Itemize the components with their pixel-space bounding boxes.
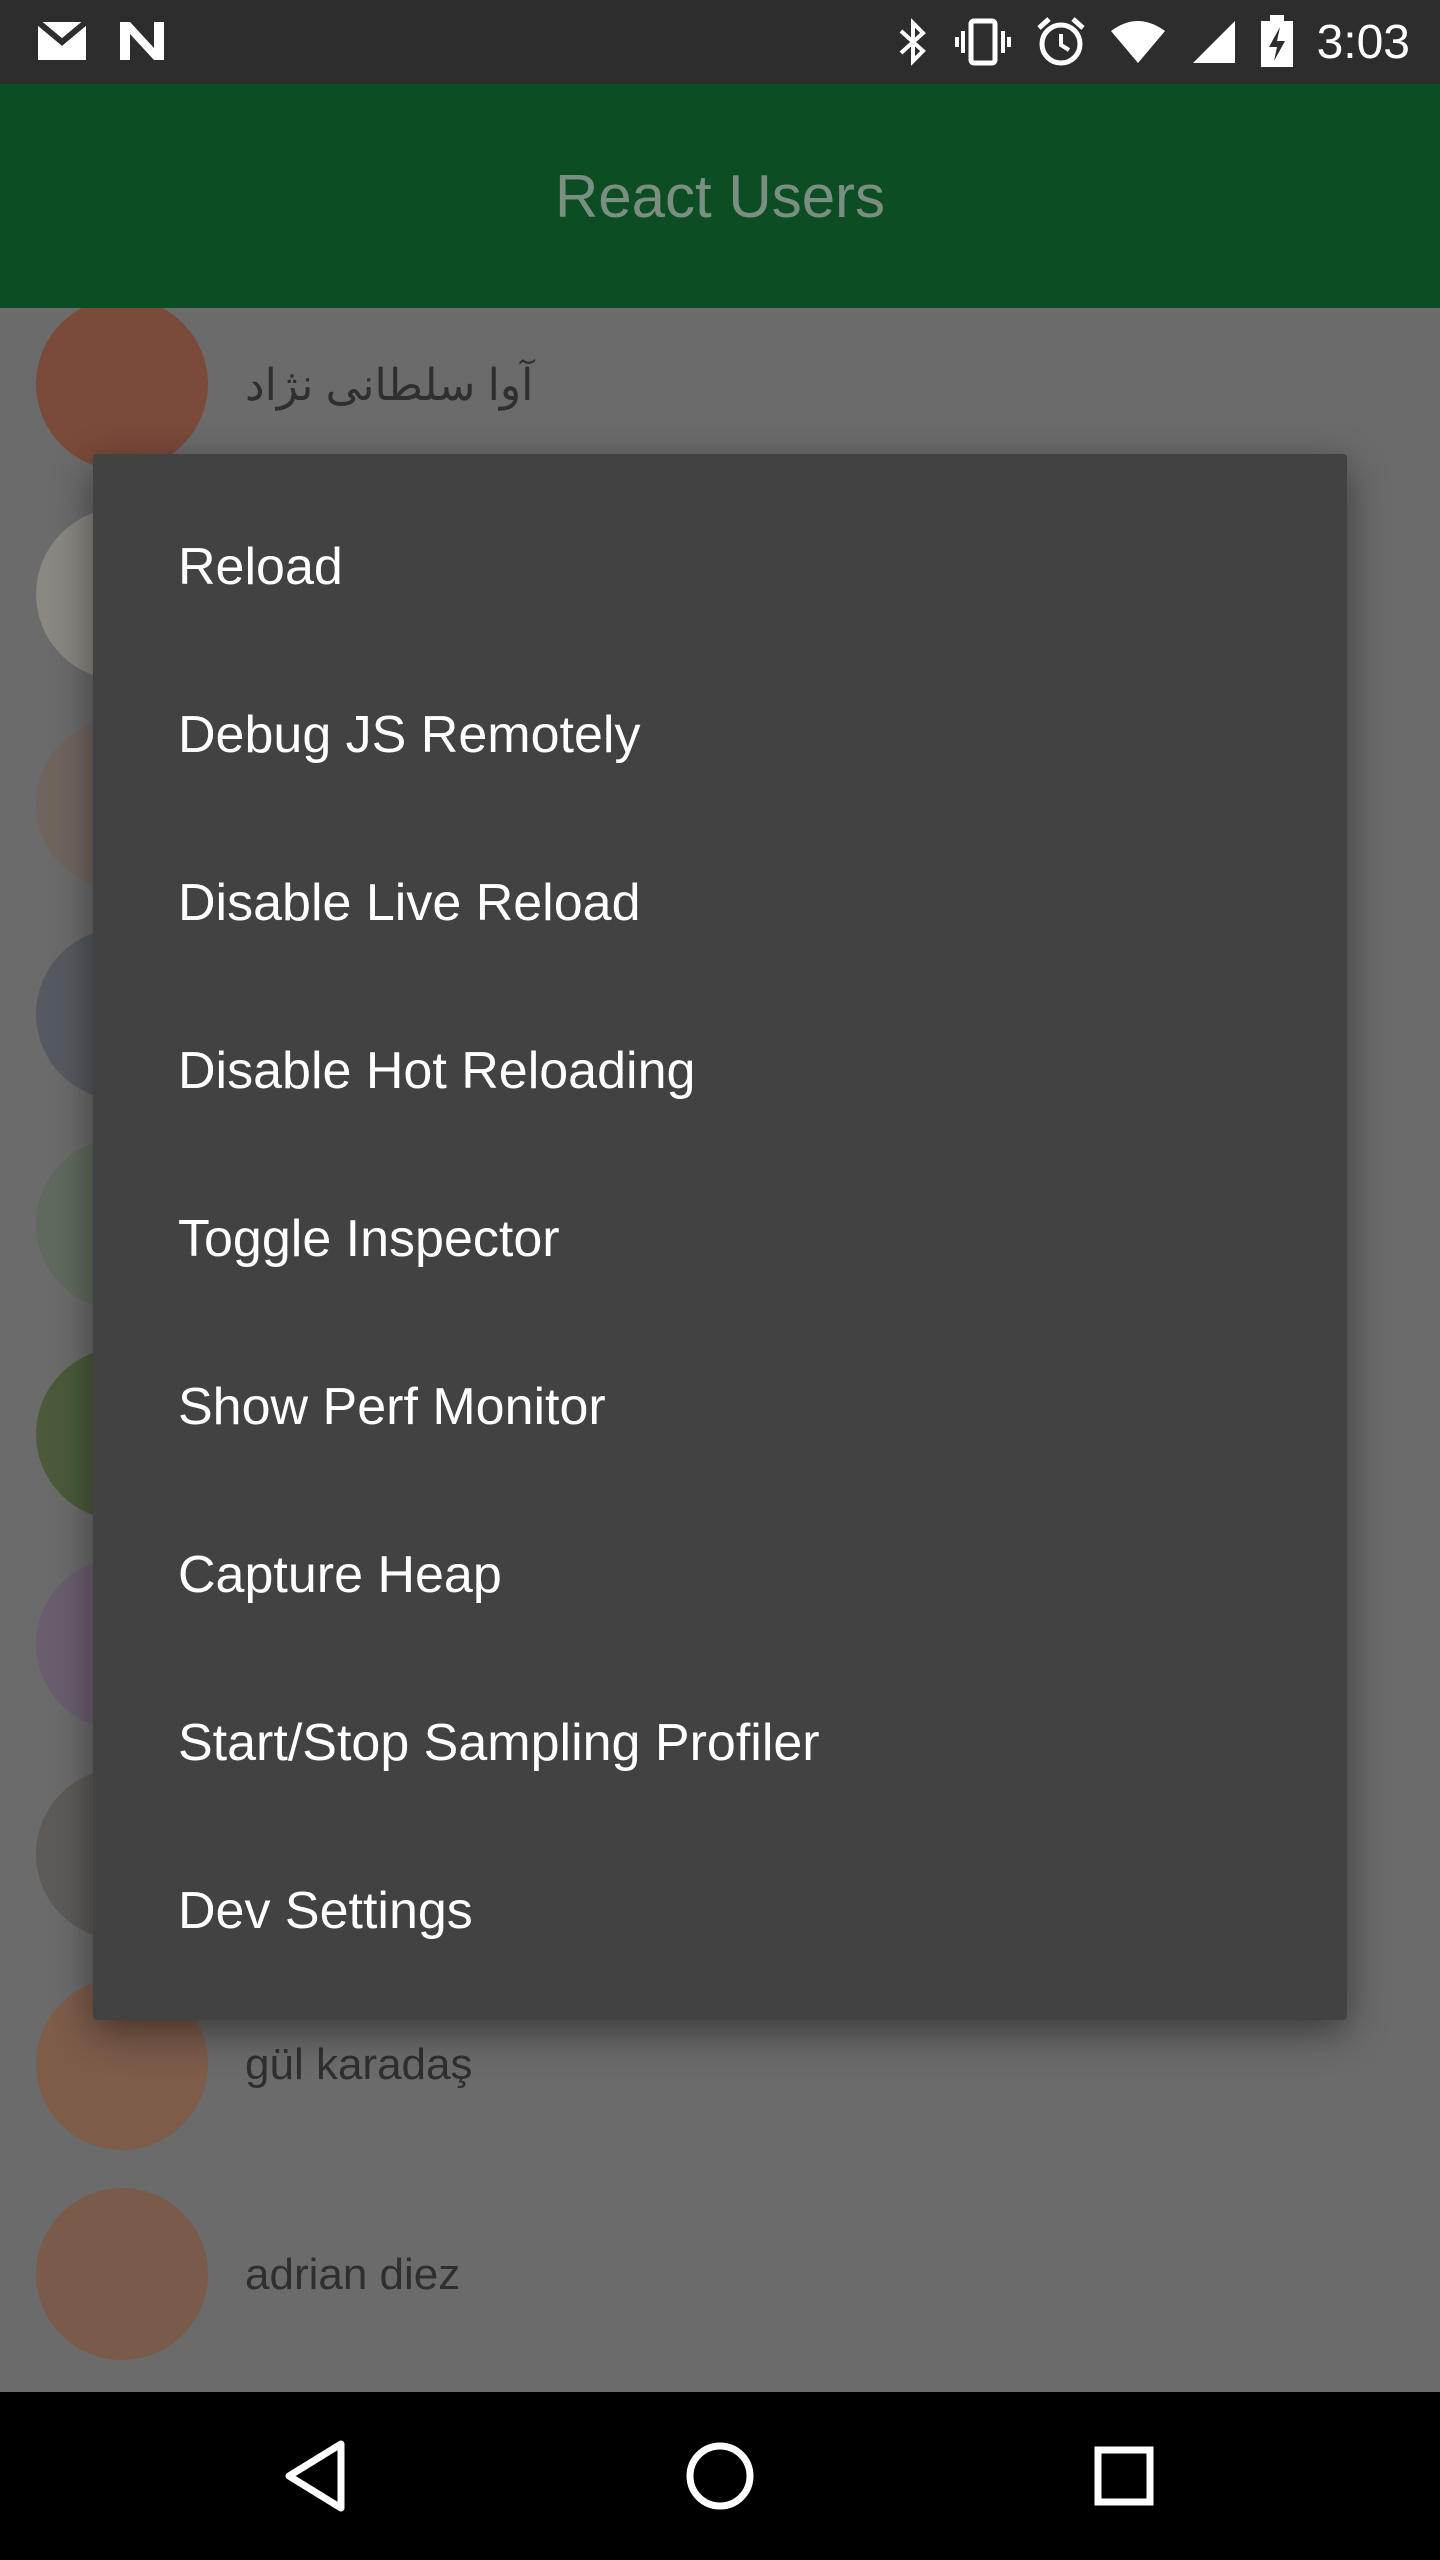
nav-bar: [0, 2392, 1440, 2560]
signal-icon: [1192, 21, 1235, 63]
menu-item-label: Toggle Inspector: [178, 1210, 560, 1268]
menu-item-reload[interactable]: Reload: [93, 483, 1347, 651]
recents-icon: [1094, 2446, 1154, 2506]
menu-item-show-perf-monitor[interactable]: Show Perf Monitor: [93, 1323, 1347, 1491]
menu-item-dev-settings[interactable]: Dev Settings: [93, 1827, 1347, 1995]
vibrate-icon: [954, 18, 1011, 66]
menu-item-sampling-profiler[interactable]: Start/Stop Sampling Profiler: [93, 1659, 1347, 1827]
user-name: آوا سلطانی نژاد: [245, 361, 534, 410]
menu-item-label: Reload: [178, 538, 343, 596]
menu-item-debug-js-remotely[interactable]: Debug JS Remotely: [93, 651, 1347, 819]
dev-menu-dialog: Reload Debug JS Remotely Disable Live Re…: [93, 454, 1347, 2020]
menu-item-label: Start/Stop Sampling Profiler: [178, 1714, 820, 1772]
menu-item-capture-heap[interactable]: Capture Heap: [93, 1491, 1347, 1659]
menu-item-label: Disable Hot Reloading: [178, 1042, 696, 1100]
home-button[interactable]: [670, 2426, 770, 2526]
status-bar: 3:03: [0, 0, 1440, 84]
menu-item-label: Show Perf Monitor: [178, 1378, 606, 1436]
menu-item-label: Disable Live Reload: [178, 874, 641, 932]
recents-button[interactable]: [1074, 2426, 1174, 2526]
battery-charging-icon: [1260, 15, 1293, 67]
user-name: gül karadaş: [245, 2040, 473, 2089]
back-icon: [285, 2440, 345, 2512]
avatar: [36, 2188, 208, 2360]
home-icon: [686, 2442, 754, 2510]
menu-item-label: Capture Heap: [178, 1546, 502, 1604]
avatar: [36, 308, 208, 470]
back-button[interactable]: [266, 2426, 366, 2526]
status-time: 3:03: [1316, 15, 1410, 69]
menu-item-disable-hot-reloading[interactable]: Disable Hot Reloading: [93, 987, 1347, 1155]
alarm-icon: [1036, 17, 1085, 66]
user-name: adrian diez: [245, 2250, 461, 2299]
gmail-icon: [36, 19, 88, 60]
menu-item-label: Debug JS Remotely: [178, 706, 641, 764]
app-title: React Users: [554, 162, 886, 230]
menu-item-disable-live-reload[interactable]: Disable Live Reload: [93, 819, 1347, 987]
notification-n-icon: [120, 22, 164, 60]
bluetooth-icon: [899, 18, 926, 66]
menu-item-toggle-inspector[interactable]: Toggle Inspector: [93, 1155, 1347, 1323]
app-bar: React Users: [0, 84, 1440, 308]
menu-item-label: Dev Settings: [178, 1882, 473, 1940]
wifi-icon: [1110, 21, 1165, 63]
list-item[interactable]: adrian diez: [0, 2170, 1440, 2380]
